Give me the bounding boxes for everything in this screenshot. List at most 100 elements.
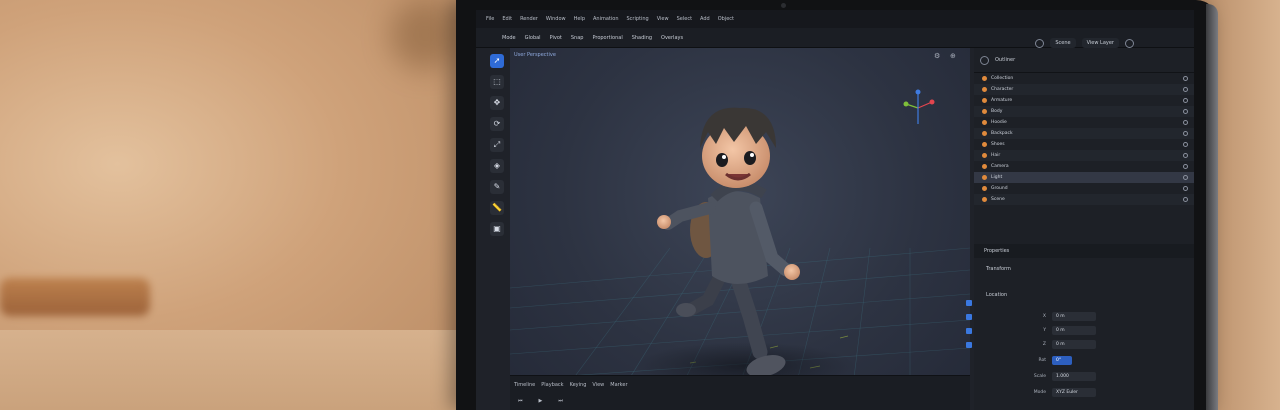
scene-field[interactable]: Scene xyxy=(1050,38,1076,48)
object-icon xyxy=(982,87,987,92)
viewport-settings-icon[interactable]: ⚙ xyxy=(934,52,944,62)
property-row: X0 m xyxy=(1024,310,1174,322)
add-cube-icon[interactable]: ▣ xyxy=(490,222,504,236)
object-icon xyxy=(982,120,987,125)
viewport-label: User Perspective xyxy=(514,52,556,58)
list-item[interactable]: Camera xyxy=(974,161,1194,172)
list-item[interactable]: Backpack xyxy=(974,128,1194,139)
tool-column: ➚ ⬚ ✥ ⟳ ⤢ ◈ ✎ 📏 ▣ xyxy=(488,54,506,254)
toolbar-shading[interactable]: Shading xyxy=(632,35,652,41)
object-icon xyxy=(982,175,987,180)
transform-icon[interactable]: ◈ xyxy=(490,159,504,173)
constraint-tab-icon[interactable] xyxy=(966,342,972,348)
navigation-gizmo xyxy=(903,89,935,124)
webcam xyxy=(781,3,786,8)
cursor-icon[interactable]: ➚ xyxy=(490,54,504,68)
toolbar-snap[interactable]: Snap xyxy=(571,35,584,41)
object-tab-icon[interactable] xyxy=(966,300,972,306)
toolbar-pivot[interactable]: Pivot xyxy=(550,35,562,41)
list-item[interactable]: Hoodie xyxy=(974,117,1194,128)
close-icon[interactable] xyxy=(1125,38,1134,48)
outliner-icon xyxy=(980,55,989,65)
list-item[interactable]: Collection xyxy=(974,73,1194,84)
background-shelf xyxy=(0,278,150,316)
visibility-icon[interactable] xyxy=(1183,87,1188,92)
object-icon xyxy=(982,164,987,169)
tab-timeline[interactable]: Timeline xyxy=(514,382,535,388)
visibility-icon[interactable] xyxy=(1183,153,1188,158)
properties-title: Properties xyxy=(984,248,1010,254)
toolbar-proportional[interactable]: Proportional xyxy=(592,35,622,41)
x-field[interactable]: 0 m xyxy=(1052,311,1096,321)
menu-item-file[interactable]: File xyxy=(486,16,494,22)
list-item[interactable]: Body xyxy=(974,106,1194,117)
menu-item-animation[interactable]: Animation xyxy=(593,16,619,22)
section-transform[interactable]: Transform xyxy=(986,266,1011,272)
z-field[interactable]: 0 m xyxy=(1052,339,1096,349)
list-item[interactable]: Shoes xyxy=(974,139,1194,150)
character xyxy=(657,107,800,377)
rotate-icon[interactable]: ⟳ xyxy=(490,117,504,131)
play-icon[interactable]: ▶ xyxy=(539,398,543,404)
visibility-icon[interactable] xyxy=(1183,131,1188,136)
menu-item-help[interactable]: Help xyxy=(574,16,585,22)
viewport-scene xyxy=(510,89,970,410)
visibility-icon[interactable] xyxy=(1183,109,1188,114)
toolbar-overlays[interactable]: Overlays xyxy=(661,35,683,41)
properties-header: Properties xyxy=(974,244,1194,258)
menu-item-select[interactable]: Select xyxy=(677,16,692,22)
visibility-icon[interactable] xyxy=(1183,186,1188,191)
list-item[interactable]: Armature xyxy=(974,95,1194,106)
visibility-icon[interactable] xyxy=(1183,164,1188,169)
menu-item-window[interactable]: Window xyxy=(546,16,566,22)
list-item[interactable]: Hair xyxy=(974,150,1194,161)
menu-item-view[interactable]: View xyxy=(657,16,669,22)
visibility-icon[interactable] xyxy=(1183,120,1188,125)
tab-marker[interactable]: Marker xyxy=(610,382,627,388)
laptop-edge xyxy=(1206,4,1218,410)
visibility-icon[interactable] xyxy=(1183,98,1188,103)
y-field[interactable]: 0 m xyxy=(1052,325,1096,335)
visibility-icon[interactable] xyxy=(1183,197,1188,202)
rotation-mode-field[interactable]: XYZ Euler xyxy=(1052,387,1096,397)
move-icon[interactable]: ✥ xyxy=(490,96,504,110)
annotate-icon[interactable]: ✎ xyxy=(490,180,504,194)
collection-icon xyxy=(982,76,987,81)
list-item[interactable]: Scene xyxy=(974,194,1194,205)
toolbar-global[interactable]: Global xyxy=(525,35,541,41)
viewport-zoom-icon[interactable]: ⊕ xyxy=(950,52,960,62)
jump-start-icon[interactable]: ⏮ xyxy=(518,398,523,404)
scale-icon[interactable]: ⤢ xyxy=(490,138,504,152)
menu-bar: File Edit Render Window Help Animation S… xyxy=(476,10,1194,28)
view-layer-field[interactable]: View Layer xyxy=(1081,38,1119,48)
menu-item-edit[interactable]: Edit xyxy=(502,16,512,22)
material-tab-icon[interactable] xyxy=(966,328,972,334)
section-location[interactable]: Location xyxy=(986,292,1007,298)
measure-icon[interactable]: 📏 xyxy=(490,201,504,215)
tab-view[interactable]: View xyxy=(592,382,604,388)
property-row: Y0 m xyxy=(1024,324,1174,336)
list-item[interactable]: Ground xyxy=(974,183,1194,194)
visibility-icon[interactable] xyxy=(1183,175,1188,180)
tab-playback[interactable]: Playback xyxy=(541,382,563,388)
modifier-tab-icon[interactable] xyxy=(966,314,972,320)
menu-item-render[interactable]: Render xyxy=(520,16,538,22)
visibility-icon[interactable] xyxy=(1183,76,1188,81)
rotation-field[interactable]: 0° xyxy=(1052,355,1072,365)
menu-item-scripting[interactable]: Scripting xyxy=(627,16,649,22)
jump-end-icon[interactable]: ⏭ xyxy=(558,398,563,404)
scene-icon[interactable] xyxy=(1035,38,1045,48)
list-item[interactable]: Light xyxy=(974,172,1194,183)
menu-item-add[interactable]: Add xyxy=(700,16,710,22)
properties-tab-strip xyxy=(966,300,972,348)
3d-viewport[interactable]: User Perspective ⚙ ⊕ Timeline Playback K… xyxy=(510,48,970,410)
object-icon xyxy=(982,98,987,103)
list-item[interactable]: Character xyxy=(974,84,1194,95)
select-icon[interactable]: ⬚ xyxy=(490,75,504,89)
toolbar-mode[interactable]: Mode xyxy=(502,35,516,41)
tab-keying[interactable]: Keying xyxy=(570,382,587,388)
scale-field[interactable]: 1.000 xyxy=(1052,371,1096,381)
visibility-icon[interactable] xyxy=(1183,142,1188,147)
object-icon xyxy=(982,186,987,191)
menu-item-object[interactable]: Object xyxy=(718,16,734,22)
